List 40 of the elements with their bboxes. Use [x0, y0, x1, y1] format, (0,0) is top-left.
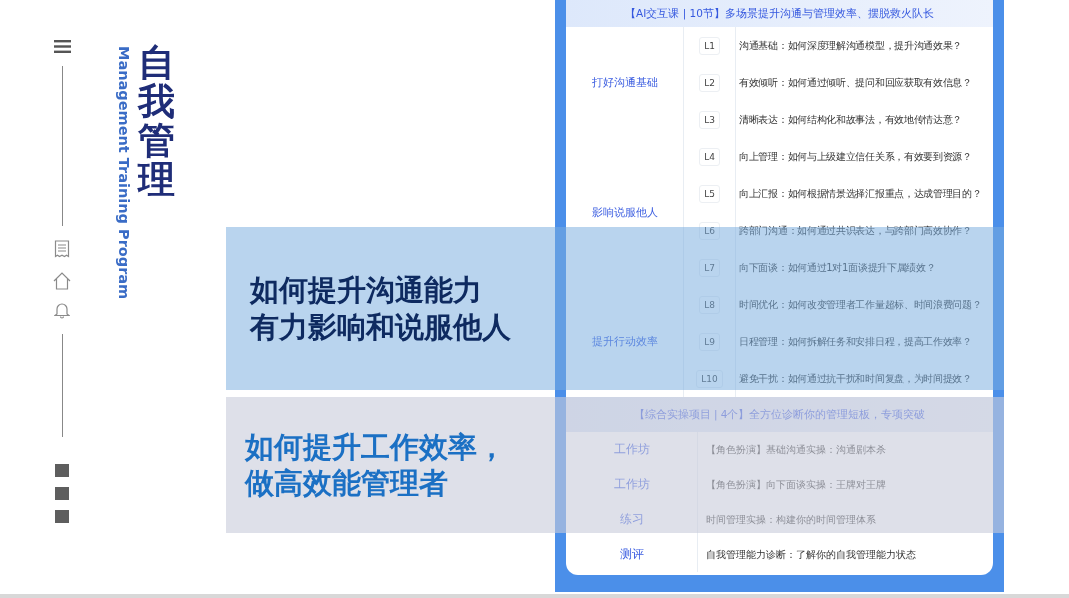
- lesson-number: L4: [699, 147, 720, 166]
- lesson-number: L7: [699, 258, 720, 277]
- lesson-title: 清晰表达：如何结构化和故事法，有效地传情达意？: [739, 112, 963, 127]
- project-type: 测评: [619, 547, 644, 562]
- project-title: 时间管理实操：构建你的时间管理体系: [706, 512, 876, 527]
- project-type: 工作坊: [613, 442, 650, 457]
- lesson-title: 跨部门沟通：如何通过共识表达，与跨部门高效协作？: [739, 223, 972, 238]
- lesson-title: 时间优化：如何改变管理者工作量超标、时间浪费问题？: [739, 297, 982, 312]
- lesson-title: 有效倾听：如何通过倾听、提问和回应获取有效信息？: [739, 75, 972, 90]
- lesson-title: 向上汇报：如何根据情景选择汇报重点，达成管理目的？: [739, 186, 982, 201]
- lesson-title: 向下面谈：如何通过1对1面谈提升下属绩效？: [739, 260, 936, 275]
- highlight-line: 如何提升工作效率，: [245, 428, 506, 465]
- category-label: 提升行动效率: [591, 334, 658, 349]
- lesson-number: L8: [699, 295, 720, 314]
- menu-icon[interactable]: [53, 40, 71, 53]
- category-label: 影响说服他人: [591, 204, 658, 220]
- project-title: 自我管理能力诊断：了解你的自我管理能力状态: [706, 547, 916, 562]
- lesson-number: L10: [696, 369, 723, 388]
- lesson-number: L1: [699, 36, 720, 55]
- lesson-number: L3: [699, 110, 720, 129]
- lesson-number: L5: [699, 184, 720, 203]
- bell-icon[interactable]: [54, 302, 70, 319]
- document-icon[interactable]: [54, 240, 70, 258]
- highlight-line: 如何提升沟通能力: [250, 272, 482, 309]
- category-label: 打好沟通基础: [591, 75, 658, 90]
- subtitle: Management Training Program: [115, 46, 133, 300]
- project-type: 工作坊: [613, 477, 650, 492]
- lesson-number: L6: [699, 221, 720, 240]
- lesson-title: 日程管理：如何拆解任务和安排日程，提高工作效率？: [739, 334, 972, 349]
- section-header: 【AI交互课 | 10节】多场景提升沟通与管理效率、摆脱救火队长: [566, 0, 993, 27]
- project-type: 练习: [619, 512, 644, 527]
- lesson-title: 避免干扰：如何通过抗干扰和时间复盘，为时间提效？: [739, 371, 972, 386]
- highlight-line: 有力影响和说服他人: [250, 308, 511, 345]
- highlight-line: 做高效能管理者: [245, 465, 448, 502]
- lesson-title: 向上管理：如何与上级建立信任关系，有效要到资源？: [739, 149, 972, 164]
- lesson-title: 沟通基础：如何深度理解沟通模型，提升沟通效果？: [739, 38, 963, 53]
- home-icon[interactable]: [53, 272, 71, 290]
- lesson-number: L2: [699, 73, 720, 92]
- lesson-number: L9: [699, 332, 720, 351]
- page-title: 自我管理: [138, 44, 176, 200]
